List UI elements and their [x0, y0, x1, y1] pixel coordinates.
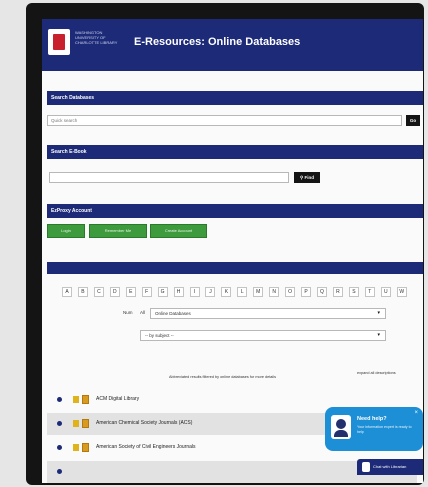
chat-title: Need help? [357, 416, 387, 422]
letter-h[interactable]: H [173, 287, 184, 297]
folder-icon [82, 419, 89, 428]
num-filter-link[interactable]: Num [123, 310, 133, 315]
letter-g[interactable]: G [157, 287, 168, 297]
database-link[interactable]: American Chemical Society Journals (ACS) [96, 420, 192, 426]
device-frame: WASHINGTON UNIVERSITY OF CHARLOTTE LIBRA… [26, 3, 424, 485]
create-account-button[interactable]: Create Account [150, 224, 207, 238]
letter-j[interactable]: J [205, 287, 216, 297]
login-button[interactable]: Login [47, 224, 85, 238]
ebook-find-button[interactable]: ⚲ Find [294, 172, 320, 183]
chat-popup[interactable]: Need help? Your information expert is re… [325, 407, 423, 451]
letter-w[interactable]: W [396, 287, 407, 297]
chat-launcher-label: Chat with Librarian [373, 464, 407, 469]
database-link[interactable]: American Society of Civil Engineers Jour… [96, 444, 196, 450]
alphabet-filter: A B C D E F G H I J K L M N O P Q R S T … [62, 287, 407, 297]
letter-l[interactable]: L [237, 287, 248, 297]
letter-i[interactable]: I [189, 287, 200, 297]
lock-icon [73, 396, 79, 403]
logo-text: WASHINGTON UNIVERSITY OF CHARLOTTE LIBRA… [75, 30, 118, 45]
bullet-icon [57, 445, 62, 450]
all-filter-link[interactable]: All [140, 310, 145, 315]
subject-value: -- by subject -- [145, 333, 174, 338]
search-databases-heading: Search Databases [47, 91, 423, 105]
database-search-button[interactable]: Go [406, 115, 420, 126]
university-logo[interactable] [48, 29, 70, 55]
letter-o[interactable]: O [285, 287, 296, 297]
letter-p[interactable]: P [301, 287, 312, 297]
database-search-input[interactable]: Quick search [47, 115, 402, 126]
letter-u[interactable]: U [380, 287, 391, 297]
letter-a[interactable]: A [62, 287, 72, 297]
bullet-icon [57, 397, 62, 402]
search-ebook-heading: Search E-Book [47, 145, 423, 159]
page-title: E-Resources: Online Databases [134, 36, 301, 48]
letter-r[interactable]: R [332, 287, 343, 297]
shield-icon [53, 34, 65, 50]
chevron-down-icon: ▾ [377, 332, 380, 338]
ebook-search-input[interactable] [49, 172, 289, 183]
remember-me-button[interactable]: Remember Me [89, 224, 147, 238]
letter-k[interactable]: K [221, 287, 232, 297]
close-icon[interactable]: × [414, 410, 418, 416]
letter-t[interactable]: T [364, 287, 375, 297]
database-link[interactable]: ACM Digital Library [96, 396, 139, 402]
results-note: Abbreviated results filtered by online d… [169, 375, 277, 379]
letter-d[interactable]: D [109, 287, 120, 297]
librarian-avatar [331, 415, 351, 439]
letter-b[interactable]: B [77, 287, 88, 297]
lock-icon [73, 420, 79, 427]
resource-type-value: Online Databases [155, 311, 191, 316]
browser-viewport: WASHINGTON UNIVERSITY OF CHARLOTTE LIBRA… [42, 19, 423, 483]
letter-f[interactable]: F [141, 287, 152, 297]
resource-type-select[interactable]: Online Databases ▾ [150, 308, 386, 319]
letter-s[interactable]: S [348, 287, 359, 297]
chat-launcher[interactable]: Chat with Librarian [357, 459, 423, 475]
letter-m[interactable]: M [253, 287, 264, 297]
chat-icon [362, 462, 370, 472]
subject-select[interactable]: -- by subject -- ▾ [140, 330, 386, 341]
ezproxy-heading: EzProxy Account [47, 204, 423, 218]
bullet-icon [57, 421, 62, 426]
search-icon: ⚲ [299, 175, 304, 180]
chat-message: Your information expert is ready to help [357, 425, 412, 434]
folder-icon [82, 395, 89, 404]
letter-e[interactable]: E [125, 287, 136, 297]
ebook-find-label: Find [304, 175, 315, 180]
section-divider [47, 262, 423, 274]
letter-n[interactable]: N [269, 287, 280, 297]
avatar-body [334, 430, 348, 437]
chevron-down-icon: ▾ [377, 310, 380, 316]
lock-icon [73, 444, 79, 451]
bullet-icon [57, 469, 62, 474]
letter-q[interactable]: Q [317, 287, 327, 297]
expand-descriptions-link[interactable]: expand all descriptions [357, 371, 396, 375]
avatar-head [336, 419, 346, 429]
letter-c[interactable]: C [93, 287, 104, 297]
site-header: WASHINGTON UNIVERSITY OF CHARLOTTE LIBRA… [42, 19, 423, 71]
folder-icon [82, 443, 89, 452]
